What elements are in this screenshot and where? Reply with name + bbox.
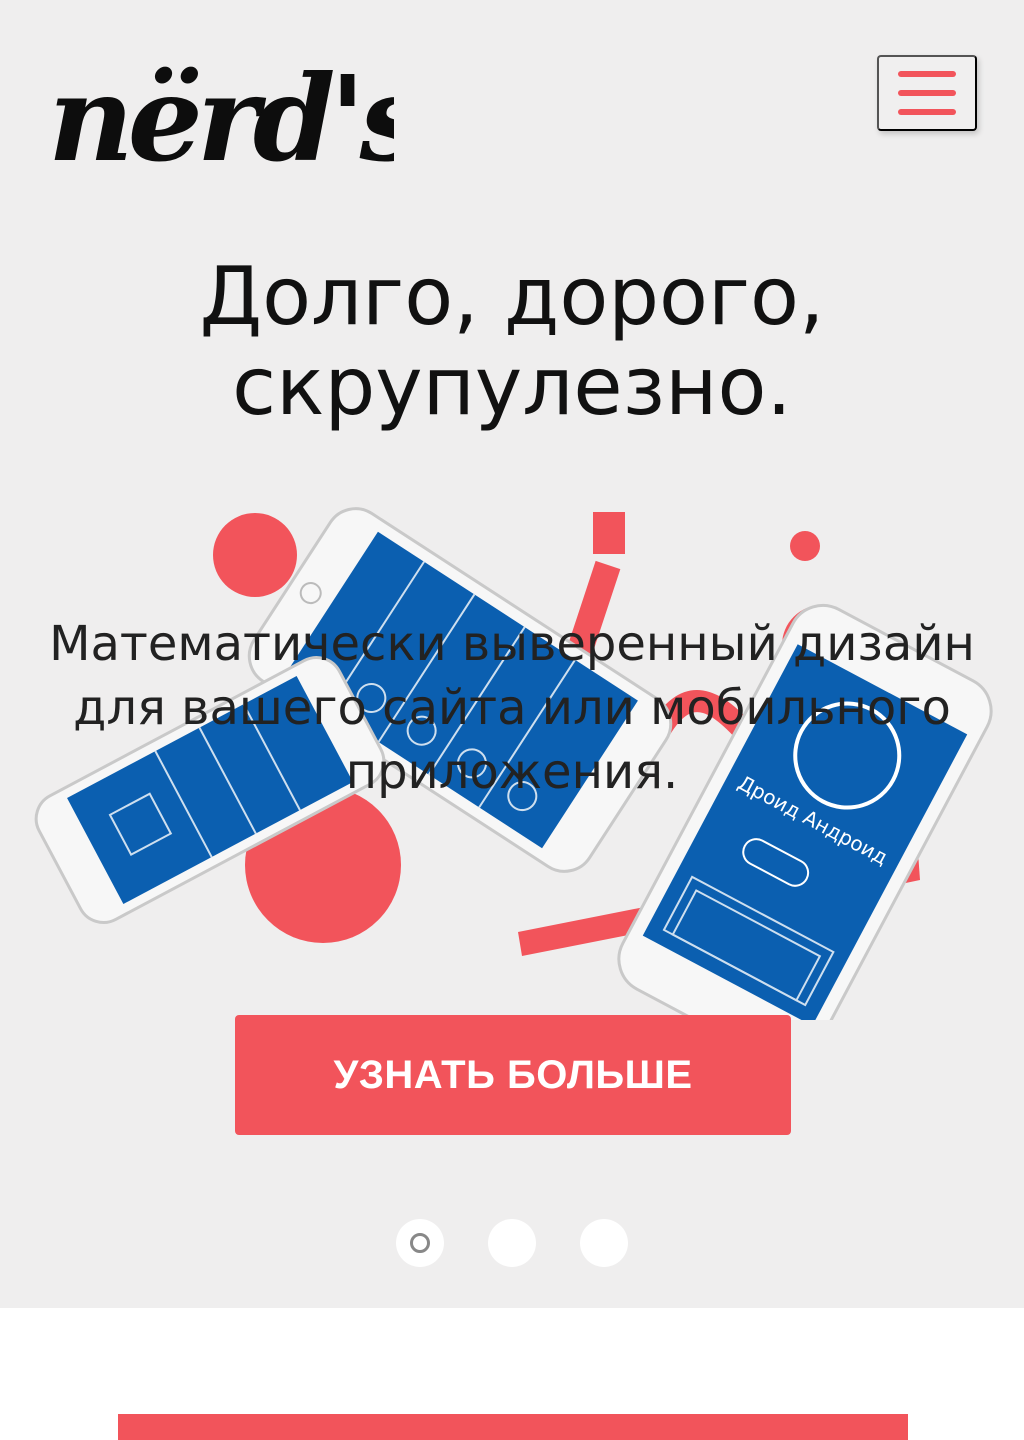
- red-circle-small: [790, 531, 820, 561]
- learn-more-button[interactable]: УЗНАТЬ БОЛЬШЕ: [235, 1015, 791, 1135]
- svg-text:nërd's: nërd's: [48, 49, 394, 180]
- hamburger-icon-line: [898, 90, 956, 96]
- hamburger-icon-line: [898, 71, 956, 77]
- hero-title-line2: скрупулезно.: [232, 340, 792, 433]
- next-section-bar: [118, 1414, 908, 1440]
- slider-dot-1[interactable]: [396, 1219, 444, 1267]
- menu-button[interactable]: [877, 55, 977, 131]
- hamburger-icon-line: [898, 109, 956, 115]
- red-circle-left: [213, 513, 297, 597]
- slider-pagination: [396, 1219, 628, 1267]
- red-bar-vertical: [593, 512, 625, 554]
- hero-subtitle: Математически выверенный дизайн для ваше…: [49, 616, 975, 800]
- slider-dot-2[interactable]: [488, 1219, 536, 1267]
- hero-title-line1: Долго, дорого,: [199, 250, 825, 343]
- slider-dot-3[interactable]: [580, 1219, 628, 1267]
- site-logo[interactable]: nërd's: [44, 20, 394, 180]
- hero-title: Долго, дорого, скрупулезно.: [0, 252, 1024, 432]
